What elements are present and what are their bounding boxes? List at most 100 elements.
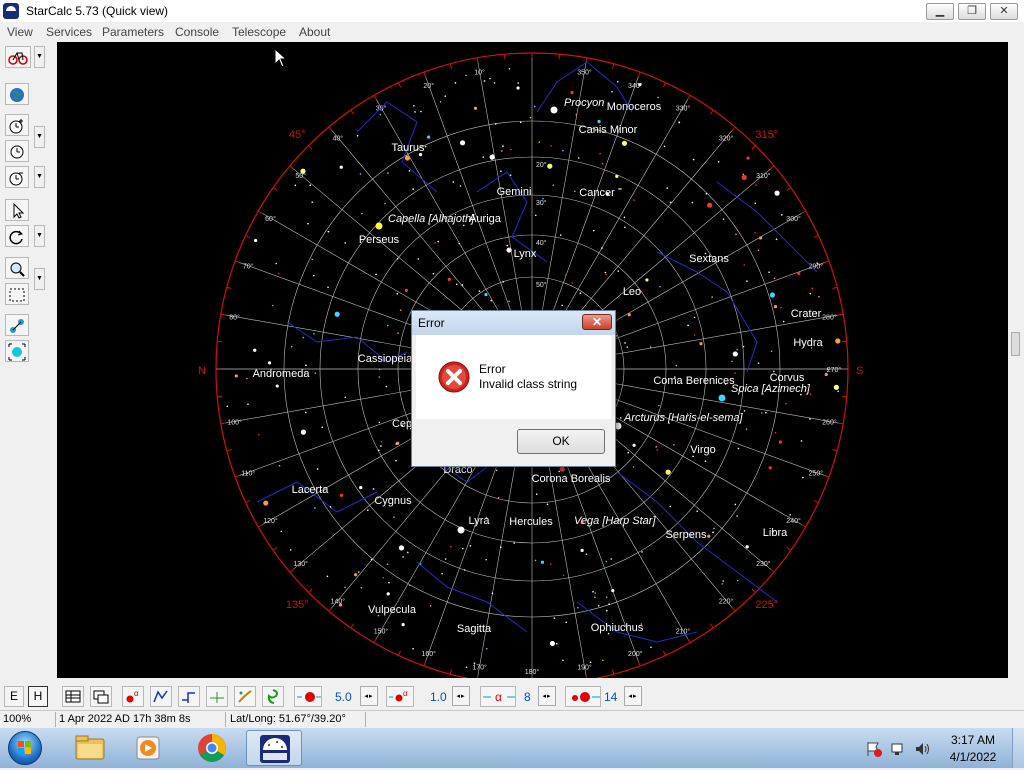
star-mark[interactable] bbox=[393, 516, 395, 518]
star-mark[interactable] bbox=[687, 325, 689, 327]
star-mark[interactable] bbox=[547, 504, 549, 506]
star-mark[interactable] bbox=[340, 494, 343, 497]
star-mark[interactable] bbox=[444, 95, 446, 97]
star-mark[interactable] bbox=[676, 365, 678, 367]
star-mark[interactable] bbox=[441, 573, 443, 575]
star-mark[interactable] bbox=[510, 149, 512, 151]
star-mark[interactable] bbox=[313, 275, 315, 277]
star-mark[interactable] bbox=[314, 507, 316, 509]
star-mark[interactable] bbox=[574, 191, 576, 193]
horizontal-mode-button[interactable]: H bbox=[28, 686, 48, 707]
star-mark[interactable] bbox=[776, 239, 778, 241]
mode-dropdown[interactable]: ▼ bbox=[34, 46, 45, 68]
star-mark[interactable] bbox=[430, 605, 432, 607]
star-mark[interactable] bbox=[440, 101, 442, 103]
star-mark[interactable] bbox=[624, 217, 626, 219]
star-mark[interactable] bbox=[263, 500, 268, 505]
star-mark[interactable] bbox=[275, 263, 277, 265]
star-mark[interactable] bbox=[696, 510, 698, 512]
star-mark[interactable] bbox=[721, 583, 723, 585]
star-mark[interactable] bbox=[327, 287, 329, 289]
star-mark[interactable] bbox=[556, 643, 558, 645]
grid-table-button[interactable] bbox=[62, 686, 84, 707]
star-mark[interactable] bbox=[759, 236, 762, 239]
star-mark[interactable] bbox=[379, 368, 381, 370]
star-mark[interactable] bbox=[827, 368, 829, 370]
star-mark[interactable] bbox=[360, 173, 362, 175]
star-mark[interactable] bbox=[818, 296, 820, 298]
star-mark[interactable] bbox=[825, 373, 828, 376]
star-mark[interactable] bbox=[758, 250, 760, 252]
star-mark[interactable] bbox=[834, 385, 839, 390]
star-mark[interactable] bbox=[305, 412, 307, 414]
star-mark[interactable] bbox=[602, 659, 604, 661]
star-mark[interactable] bbox=[268, 361, 271, 364]
star-mark[interactable] bbox=[655, 446, 657, 448]
star-mark[interactable] bbox=[437, 241, 439, 243]
star-mark[interactable] bbox=[735, 504, 737, 506]
star-mark[interactable] bbox=[565, 274, 567, 276]
star-mark[interactable] bbox=[500, 546, 502, 548]
star-mark[interactable] bbox=[746, 428, 748, 430]
star-mark[interactable] bbox=[554, 617, 556, 619]
star-size-spinner[interactable]: ◂▸ bbox=[624, 686, 642, 706]
star-mark[interactable] bbox=[345, 396, 347, 398]
star-mark[interactable] bbox=[699, 342, 702, 345]
star-mark[interactable] bbox=[694, 317, 696, 319]
boundaries-button[interactable] bbox=[206, 686, 228, 707]
star-mark[interactable] bbox=[530, 117, 532, 119]
maximize-button[interactable]: ❐ bbox=[958, 3, 986, 20]
star-mark[interactable] bbox=[744, 410, 746, 412]
star-mark[interactable] bbox=[344, 587, 346, 589]
label-magnitude-button[interactable]: α bbox=[386, 686, 414, 707]
star-mark[interactable] bbox=[412, 648, 414, 650]
globe-button[interactable] bbox=[5, 83, 29, 105]
star-mark[interactable] bbox=[502, 145, 504, 147]
star-mark[interactable] bbox=[550, 563, 552, 565]
star-mark[interactable] bbox=[361, 587, 363, 589]
star-mark[interactable] bbox=[450, 546, 452, 548]
ok-button[interactable]: OK bbox=[517, 429, 605, 454]
star-mark[interactable] bbox=[479, 290, 481, 292]
star-mark[interactable] bbox=[498, 497, 500, 499]
star-mark[interactable] bbox=[340, 166, 343, 169]
star-mark[interactable] bbox=[420, 563, 422, 565]
zoom-rectangle-button[interactable] bbox=[5, 283, 29, 305]
star-mark[interactable] bbox=[380, 114, 382, 116]
star-mark[interactable] bbox=[483, 156, 485, 158]
star-mark[interactable] bbox=[617, 270, 619, 272]
star-mark[interactable] bbox=[378, 376, 380, 378]
star-mark[interactable] bbox=[761, 412, 763, 414]
bright-star[interactable] bbox=[551, 107, 558, 114]
bright-star[interactable] bbox=[719, 395, 726, 402]
star-mark[interactable] bbox=[405, 289, 408, 292]
star-mark[interactable] bbox=[645, 278, 648, 281]
star-mark[interactable] bbox=[358, 571, 360, 573]
star-mark[interactable] bbox=[617, 81, 619, 83]
star-mark[interactable] bbox=[633, 199, 635, 201]
center-object-button[interactable] bbox=[5, 340, 29, 362]
star-magnitude-button[interactable] bbox=[294, 686, 322, 707]
star-mark[interactable] bbox=[534, 106, 536, 108]
star-mark[interactable] bbox=[641, 551, 643, 553]
star-mark[interactable] bbox=[425, 146, 427, 148]
star-mark[interactable] bbox=[553, 184, 555, 186]
star-mark[interactable] bbox=[678, 121, 680, 123]
star-mark[interactable] bbox=[816, 262, 818, 264]
star-mark[interactable] bbox=[713, 528, 715, 530]
star-magnitude-spinner[interactable]: ◂▸ bbox=[360, 686, 378, 706]
star-mark[interactable] bbox=[459, 243, 461, 245]
star-mark[interactable] bbox=[500, 170, 502, 172]
rotate-dropdown[interactable]: ▼ bbox=[34, 225, 45, 247]
label-magnitude-spinner[interactable]: ◂▸ bbox=[452, 686, 470, 706]
star-mark[interactable] bbox=[592, 591, 594, 593]
star-mark[interactable] bbox=[632, 444, 635, 447]
star-mark[interactable] bbox=[723, 218, 725, 220]
star-mark[interactable] bbox=[509, 247, 511, 249]
star-mark[interactable] bbox=[593, 230, 595, 232]
star-mark[interactable] bbox=[835, 338, 840, 343]
star-mark[interactable] bbox=[434, 242, 436, 244]
time-mode-dropdown[interactable]: ▼ bbox=[34, 166, 45, 188]
star-mark[interactable] bbox=[598, 605, 600, 607]
star-mark[interactable] bbox=[746, 545, 749, 548]
